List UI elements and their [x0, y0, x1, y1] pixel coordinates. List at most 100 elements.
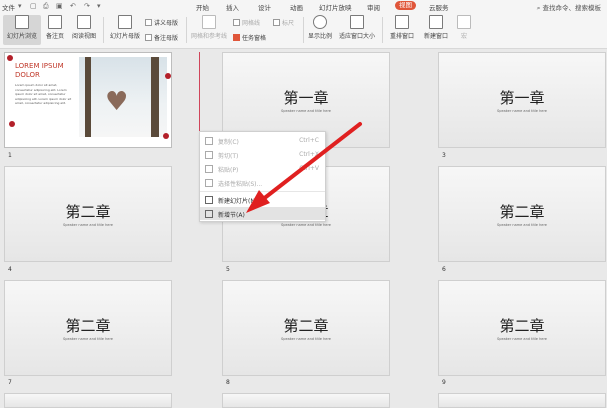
search-label: 查找命令、搜索模板 [542, 4, 602, 12]
menu-divider [200, 191, 325, 192]
slide-1-title-line1: LOREM IPSUM [15, 62, 64, 70]
slide-title: 第二章 [499, 203, 545, 221]
gridlines-checkbox[interactable]: 网格线 [233, 18, 260, 27]
slide-thumbnail-12[interactable] [438, 393, 606, 408]
menu-item-label: 新增节(A) [218, 212, 245, 219]
slide-thumbnail-6[interactable]: 第二章 Speaker name and title here [438, 166, 606, 262]
notes-master-button[interactable]: 备注母版 [145, 33, 178, 42]
menu-item-paste[interactable]: 粘贴(P) Ctrl+V [200, 162, 325, 175]
slide-browse-label: 幻灯片浏览 [6, 33, 37, 40]
menu-item-label: 剪切(T) [218, 153, 239, 160]
redo-icon[interactable]: ↷ [84, 2, 90, 10]
menu-item-cut[interactable]: 剪切(T) Ctrl+X [200, 148, 325, 161]
notes-master-icon [145, 34, 152, 41]
slide-title: 第二章 [65, 203, 111, 221]
slide-thumbnail-11[interactable] [222, 393, 390, 408]
slide-thumbnail-3[interactable]: 第一章 Speaker name and title here [438, 52, 606, 148]
slide-title: 第一章 [499, 89, 545, 107]
handout-master-button[interactable]: 讲义母版 [145, 18, 178, 27]
slide-subtitle: Speaker name and title here [281, 337, 331, 341]
gridlines-guides-button[interactable]: 网格和参考线 [189, 15, 229, 45]
notes-master-label: 备注母版 [154, 35, 179, 42]
menu-bar: 文件 ▾ ▢ ⎙ ▣ ↶ ↷ ▾ 开始 插入 设计 动画 幻灯片放映 审阅 视图… [0, 0, 607, 13]
tab-cloud[interactable]: 云服务 [429, 2, 449, 12]
slide-subtitle: Speaker name and title here [281, 223, 331, 227]
new-slide-icon [205, 196, 213, 204]
slide-subtitle: Speaker name and title here [63, 337, 113, 341]
slide-title: 第二章 [65, 317, 111, 335]
slide-thumbnail-4[interactable]: 第二章 Speaker name and title here [4, 166, 172, 262]
task-pane-label: 任务窗格 [242, 35, 267, 42]
fit-window-label: 适应窗口大小 [338, 33, 375, 40]
slide-number: 3 [442, 152, 446, 159]
tab-animation[interactable]: 动画 [290, 2, 303, 12]
slide-subtitle: Speaker name and title here [497, 337, 547, 341]
slide-thumbnail-8[interactable]: 第二章 Speaker name and title here [222, 280, 390, 376]
slide-title: 第二章 [283, 317, 329, 335]
slide-thumbnail-9[interactable]: 第二章 Speaker name and title here [438, 280, 606, 376]
preview-icon[interactable]: ▣ [56, 2, 63, 10]
slide-title: 第一章 [283, 89, 329, 107]
menu-item-new-section[interactable]: 新增节(A) [200, 207, 325, 220]
slide-subtitle: Speaker name and title here [281, 109, 331, 113]
macro-icon [457, 15, 471, 29]
arrange-window-label: 重排窗口 [389, 33, 414, 40]
slide-number: 5 [226, 266, 230, 273]
slide-browse-button[interactable]: 幻灯片浏览 [3, 15, 41, 45]
handout-master-icon [145, 19, 152, 26]
grid-icon [202, 15, 216, 29]
slide-thumbnail-1[interactable]: LOREM IPSUM DOLOR Lorem ipsum dolor sit … [4, 52, 172, 148]
show-ratio-button[interactable]: 显示比例 [306, 15, 334, 45]
task-pane-check-icon [233, 34, 240, 41]
ruler-checkbox[interactable]: 标尺 [273, 18, 294, 27]
tab-insert[interactable]: 插入 [226, 2, 239, 12]
tab-home[interactable]: 开始 [196, 2, 209, 12]
menu-item-shortcut: Ctrl+X [299, 151, 319, 158]
menu-item-new-slide[interactable]: 新建幻灯片(N) [200, 193, 325, 206]
slide-number: 4 [8, 266, 12, 273]
slide-master-label: 幻灯片母版 [109, 33, 140, 40]
ribbon-divider [303, 17, 304, 43]
new-window-button[interactable]: 新建窗口 [421, 15, 451, 45]
zoom-icon [313, 15, 327, 29]
slide-thumbnail-10[interactable] [4, 393, 172, 408]
macro-button[interactable]: 宏 [455, 15, 473, 45]
slide-number: 7 [8, 379, 12, 386]
ribbon-divider [186, 17, 187, 43]
ribbon-divider [103, 17, 104, 43]
tree-trunk [85, 57, 91, 137]
quick-access-more-icon[interactable]: ▾ [97, 2, 101, 10]
notes-page-button[interactable]: 备注页 [43, 15, 67, 45]
menu-item-copy[interactable]: 复制(C) Ctrl+C [200, 134, 325, 147]
arrange-window-button[interactable]: 重排窗口 [385, 15, 419, 45]
reading-view-icon [77, 15, 91, 29]
tab-slideshow[interactable]: 幻灯片放映 [319, 2, 352, 12]
search-box[interactable]: ⌕ 查找命令、搜索模板 [537, 2, 601, 13]
slide-subtitle: Speaker name and title here [497, 109, 547, 113]
tab-view[interactable]: 视图 [395, 1, 416, 10]
new-window-icon [429, 15, 443, 29]
ruler-check-icon [273, 19, 280, 26]
undo-icon[interactable]: ↶ [70, 2, 76, 10]
task-pane-checkbox[interactable]: 任务窗格 [233, 33, 266, 42]
slide-thumbnail-7[interactable]: 第二章 Speaker name and title here [4, 280, 172, 376]
slide-master-button[interactable]: 幻灯片母版 [107, 15, 143, 45]
context-menu: 复制(C) Ctrl+C 剪切(T) Ctrl+X 粘贴(P) Ctrl+V 选… [199, 131, 326, 222]
fit-window-button[interactable]: 适应窗口大小 [336, 15, 378, 45]
reading-view-button[interactable]: 阅读视图 [69, 15, 99, 45]
slide-browse-icon [15, 15, 29, 29]
rose-decoration [165, 73, 171, 79]
print-icon[interactable]: ⎙ [43, 2, 49, 11]
new-section-icon [205, 210, 213, 218]
menu-arrow-icon[interactable]: ▾ [18, 2, 22, 10]
menu-item-paste-special[interactable]: 选择性粘贴(S)... [200, 176, 325, 189]
notes-page-icon [48, 15, 62, 29]
file-menu[interactable]: 文件 [2, 2, 15, 12]
menu-item-label: 选择性粘贴(S)... [218, 181, 263, 188]
tab-design[interactable]: 设计 [258, 2, 271, 12]
slide-subtitle: Speaker name and title here [497, 223, 547, 227]
paste-special-icon [205, 179, 213, 187]
search-icon: ⌕ [536, 4, 541, 12]
save-icon[interactable]: ▢ [30, 2, 37, 10]
tab-review[interactable]: 审阅 [367, 2, 380, 12]
